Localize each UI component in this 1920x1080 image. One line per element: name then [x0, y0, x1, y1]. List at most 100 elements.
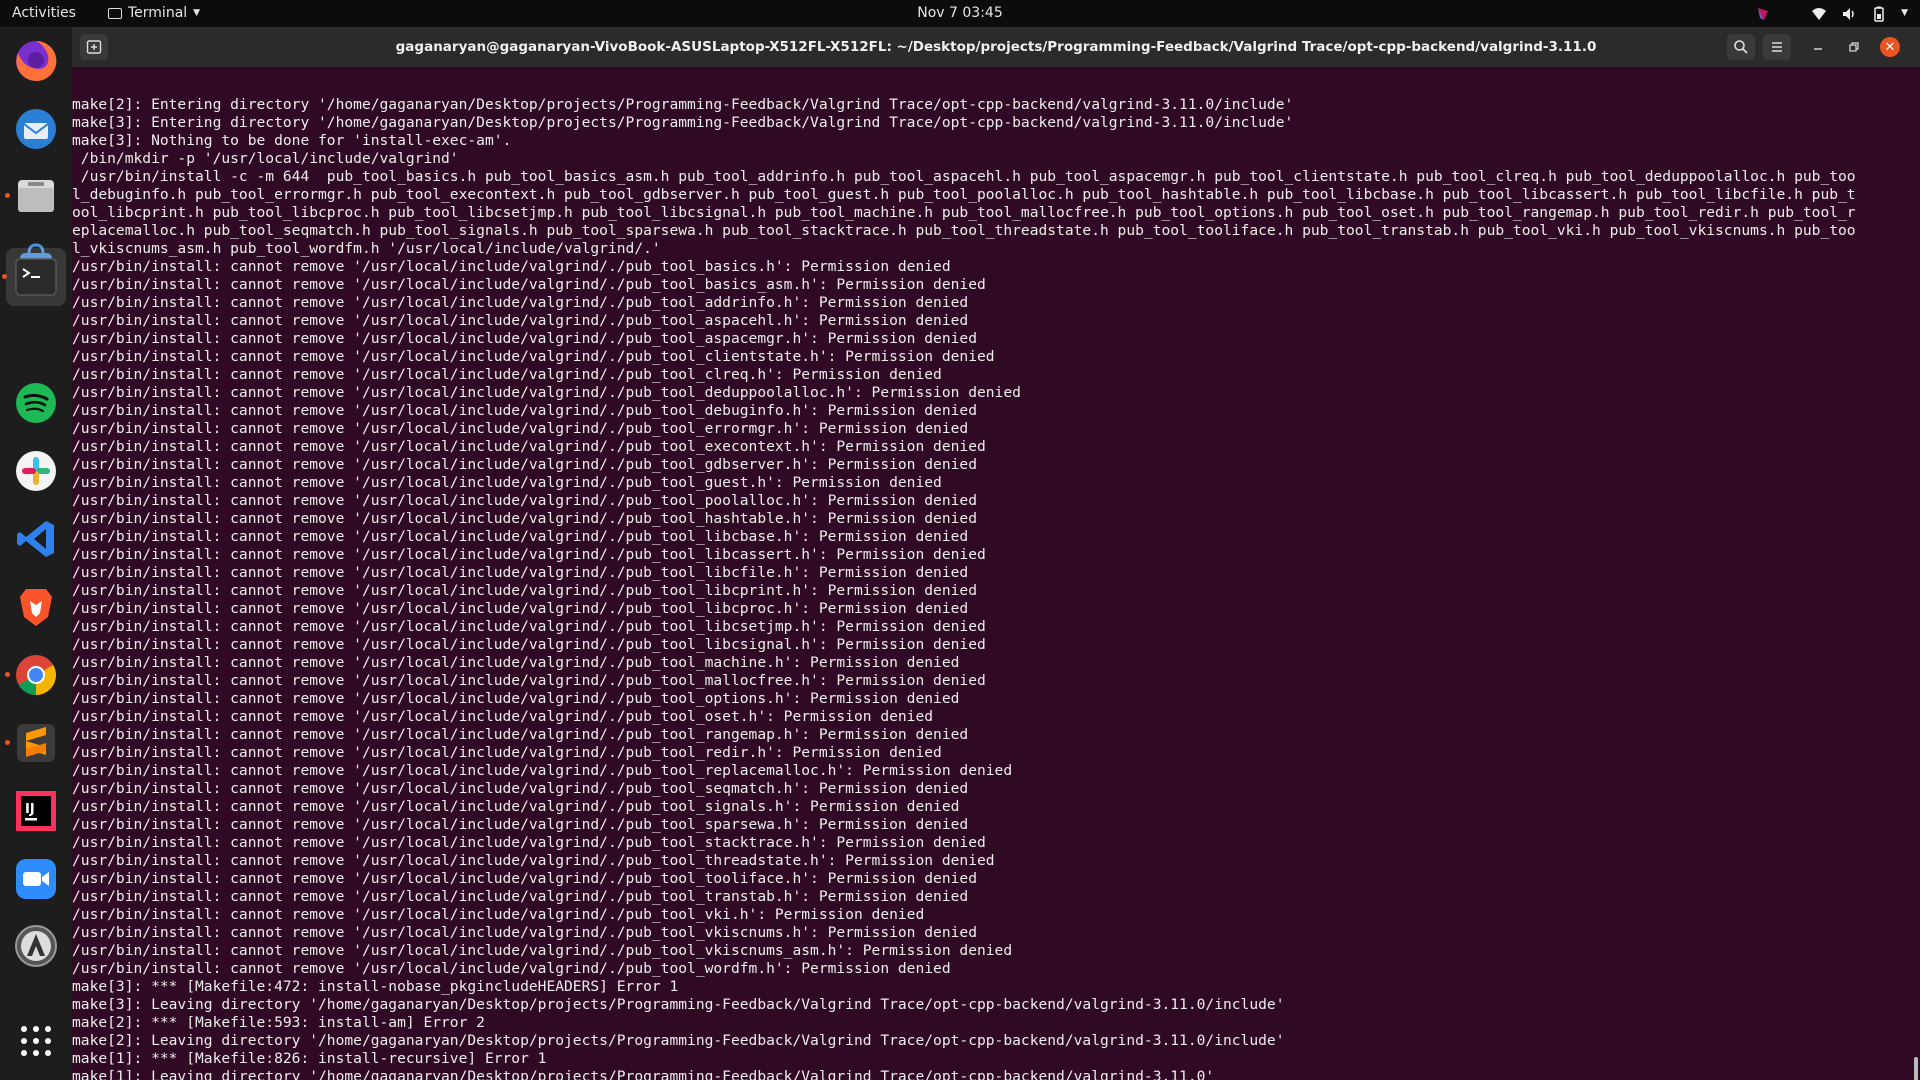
desktop: Activities Terminal ▼ Nov 7 03:45 ▼ IJ g… [0, 0, 1920, 1080]
volume-icon [1843, 7, 1854, 20]
terminal-line: /usr/bin/install: cannot remove '/usr/lo… [72, 258, 951, 275]
terminal-line: /usr/bin/install: cannot remove '/usr/lo… [72, 816, 969, 833]
hamburger-icon [1772, 42, 1782, 52]
terminal-line: /usr/bin/install: cannot remove '/usr/lo… [72, 384, 1021, 401]
terminal-line: /usr/bin/install: cannot remove '/usr/lo… [72, 582, 977, 599]
dock-vscode[interactable] [12, 515, 60, 563]
terminal-line: /usr/bin/install -c -m 644 pub_tool_basi… [72, 168, 1856, 185]
terminal-line: /usr/bin/install: cannot remove '/usr/lo… [72, 636, 986, 653]
new-tab-button[interactable] [80, 34, 108, 60]
terminal-line: l_vkiscnums_asm.h pub_tool_wordfm.h '/us… [72, 240, 661, 257]
terminal-line: /usr/bin/install: cannot remove '/usr/lo… [72, 420, 969, 437]
terminal-line: make[2]: Leaving directory '/home/gagana… [72, 1032, 1285, 1049]
svg-text:IJ: IJ [25, 802, 35, 817]
running-indicator [2, 274, 7, 279]
chevron-down-icon: ▼ [193, 8, 201, 18]
terminal-line: /usr/bin/install: cannot remove '/usr/lo… [72, 618, 986, 635]
system-menu-chevron-icon[interactable]: ▼ [1901, 0, 1908, 27]
terminal-line: /usr/bin/install: cannot remove '/usr/lo… [72, 438, 986, 455]
running-indicator [5, 740, 10, 745]
app-menu[interactable]: Terminal ▼ [108, 0, 200, 27]
terminal-line: /usr/bin/install: cannot remove '/usr/lo… [72, 564, 969, 581]
terminal-line: /usr/bin/install: cannot remove '/usr/lo… [72, 456, 977, 473]
terminal-line: /usr/bin/install: cannot remove '/usr/lo… [72, 780, 969, 797]
terminal-line: make[3]: Nothing to be done for 'install… [72, 132, 512, 149]
activities-button[interactable]: Activities [12, 0, 76, 27]
wifi-icon [1812, 7, 1827, 20]
dock: IJ [0, 27, 72, 1080]
system-tray[interactable]: ▼ [1755, 0, 1908, 27]
terminal-line: /usr/bin/install: cannot remove '/usr/lo… [72, 600, 969, 617]
dock-sublime-text[interactable] [5, 719, 60, 767]
terminal-line: make[2]: Entering directory '/home/gagan… [72, 96, 1294, 113]
close-icon: ✕ [1880, 37, 1900, 57]
terminal-line: /usr/bin/install: cannot remove '/usr/lo… [72, 942, 1013, 959]
spotify-icon [16, 383, 56, 423]
intellij-icon: IJ [16, 791, 56, 831]
vscode-icon [17, 521, 54, 557]
terminal-line: make[2]: *** [Makefile:593: install-am] … [72, 1014, 485, 1031]
restore-button[interactable] [1840, 34, 1868, 60]
terminal-line: /usr/bin/install: cannot remove '/usr/lo… [72, 798, 960, 815]
terminal-line: make[3]: Leaving directory '/home/gagana… [72, 996, 1285, 1013]
terminal-line: /usr/bin/install: cannot remove '/usr/lo… [72, 528, 969, 545]
terminal-window: gaganaryan@gaganaryan-VivoBook-ASUSLapto… [72, 27, 1920, 1080]
dock-terminal[interactable] [2, 248, 66, 306]
app-indicator-icon[interactable] [1755, 6, 1771, 22]
terminal-line: make[3]: *** [Makefile:472: install-noba… [72, 978, 679, 995]
terminal-line: make[1]: Leaving directory '/home/gagana… [72, 1068, 1215, 1080]
terminal-line: /usr/bin/install: cannot remove '/usr/lo… [72, 330, 977, 347]
new-tab-icon [86, 40, 102, 54]
dock-chrome[interactable] [5, 651, 60, 699]
zoom-icon [16, 859, 56, 899]
terminal-line: /usr/bin/install: cannot remove '/usr/lo… [72, 672, 986, 689]
terminal-line: /usr/bin/install: cannot remove '/usr/lo… [72, 510, 977, 527]
dock-zoom[interactable] [12, 855, 60, 903]
terminal-line: /usr/bin/install: cannot remove '/usr/lo… [72, 348, 995, 365]
terminal-output[interactable]: make[2]: Entering directory '/home/gagan… [72, 67, 1920, 1080]
dock-spotify[interactable] [12, 379, 60, 427]
sublime-text-icon [17, 724, 55, 762]
terminal-line: /usr/bin/install: cannot remove '/usr/lo… [72, 654, 960, 671]
clock[interactable]: Nov 7 03:45 [917, 5, 1002, 21]
thunderbird-icon [16, 109, 56, 149]
dock-software-updater[interactable] [12, 922, 60, 970]
software-updater-icon [15, 925, 57, 967]
search-button[interactable] [1727, 34, 1755, 60]
app-grid-icon [21, 1026, 51, 1056]
terminal-line: /usr/bin/install: cannot remove '/usr/lo… [72, 402, 977, 419]
dock-show-applications[interactable] [12, 1017, 60, 1065]
terminal-line: /usr/bin/install: cannot remove '/usr/lo… [72, 960, 951, 977]
hamburger-menu-button[interactable] [1763, 34, 1791, 60]
terminal-line: /usr/bin/install: cannot remove '/usr/lo… [72, 744, 942, 761]
terminal-icon [108, 8, 122, 19]
terminal-line: /usr/bin/install: cannot remove '/usr/lo… [72, 276, 986, 293]
dock-slack[interactable] [12, 447, 60, 495]
folder-icon [18, 180, 54, 212]
close-button[interactable]: ✕ [1876, 34, 1904, 60]
battery-icon [1874, 6, 1884, 22]
running-indicator [5, 672, 10, 677]
terminal-line: /usr/bin/install: cannot remove '/usr/lo… [72, 312, 969, 329]
restore-icon [1849, 42, 1859, 52]
window-titlebar[interactable]: gaganaryan@gaganaryan-VivoBook-ASUSLapto… [72, 27, 1920, 67]
terminal-line: make[3]: Entering directory '/home/gagan… [72, 114, 1294, 131]
minimize-button[interactable] [1804, 34, 1832, 60]
dock-files[interactable] [5, 172, 60, 220]
dock-thunderbird[interactable] [12, 105, 60, 153]
dock-brave[interactable] [12, 583, 60, 631]
terminal-line: /usr/bin/install: cannot remove '/usr/lo… [72, 294, 969, 311]
terminal-line: /usr/bin/install: cannot remove '/usr/lo… [72, 546, 986, 563]
dock-intellij[interactable]: IJ [12, 787, 60, 835]
top-bar: Activities Terminal ▼ Nov 7 03:45 ▼ [0, 0, 1920, 27]
slack-icon [16, 451, 56, 491]
terminal-line: /usr/bin/install: cannot remove '/usr/lo… [72, 366, 942, 383]
terminal-line: /usr/bin/install: cannot remove '/usr/lo… [72, 924, 977, 941]
clock-area: Nov 7 03:45 [0, 0, 1920, 27]
app-menu-label: Terminal [128, 5, 188, 21]
scrollbar[interactable] [1914, 1057, 1918, 1080]
terminal-line: /usr/bin/install: cannot remove '/usr/lo… [72, 762, 1013, 779]
terminal-line: /usr/bin/install: cannot remove '/usr/lo… [72, 474, 942, 491]
dock-firefox[interactable] [12, 37, 60, 85]
terminal-line: /bin/mkdir -p '/usr/local/include/valgri… [72, 150, 459, 167]
